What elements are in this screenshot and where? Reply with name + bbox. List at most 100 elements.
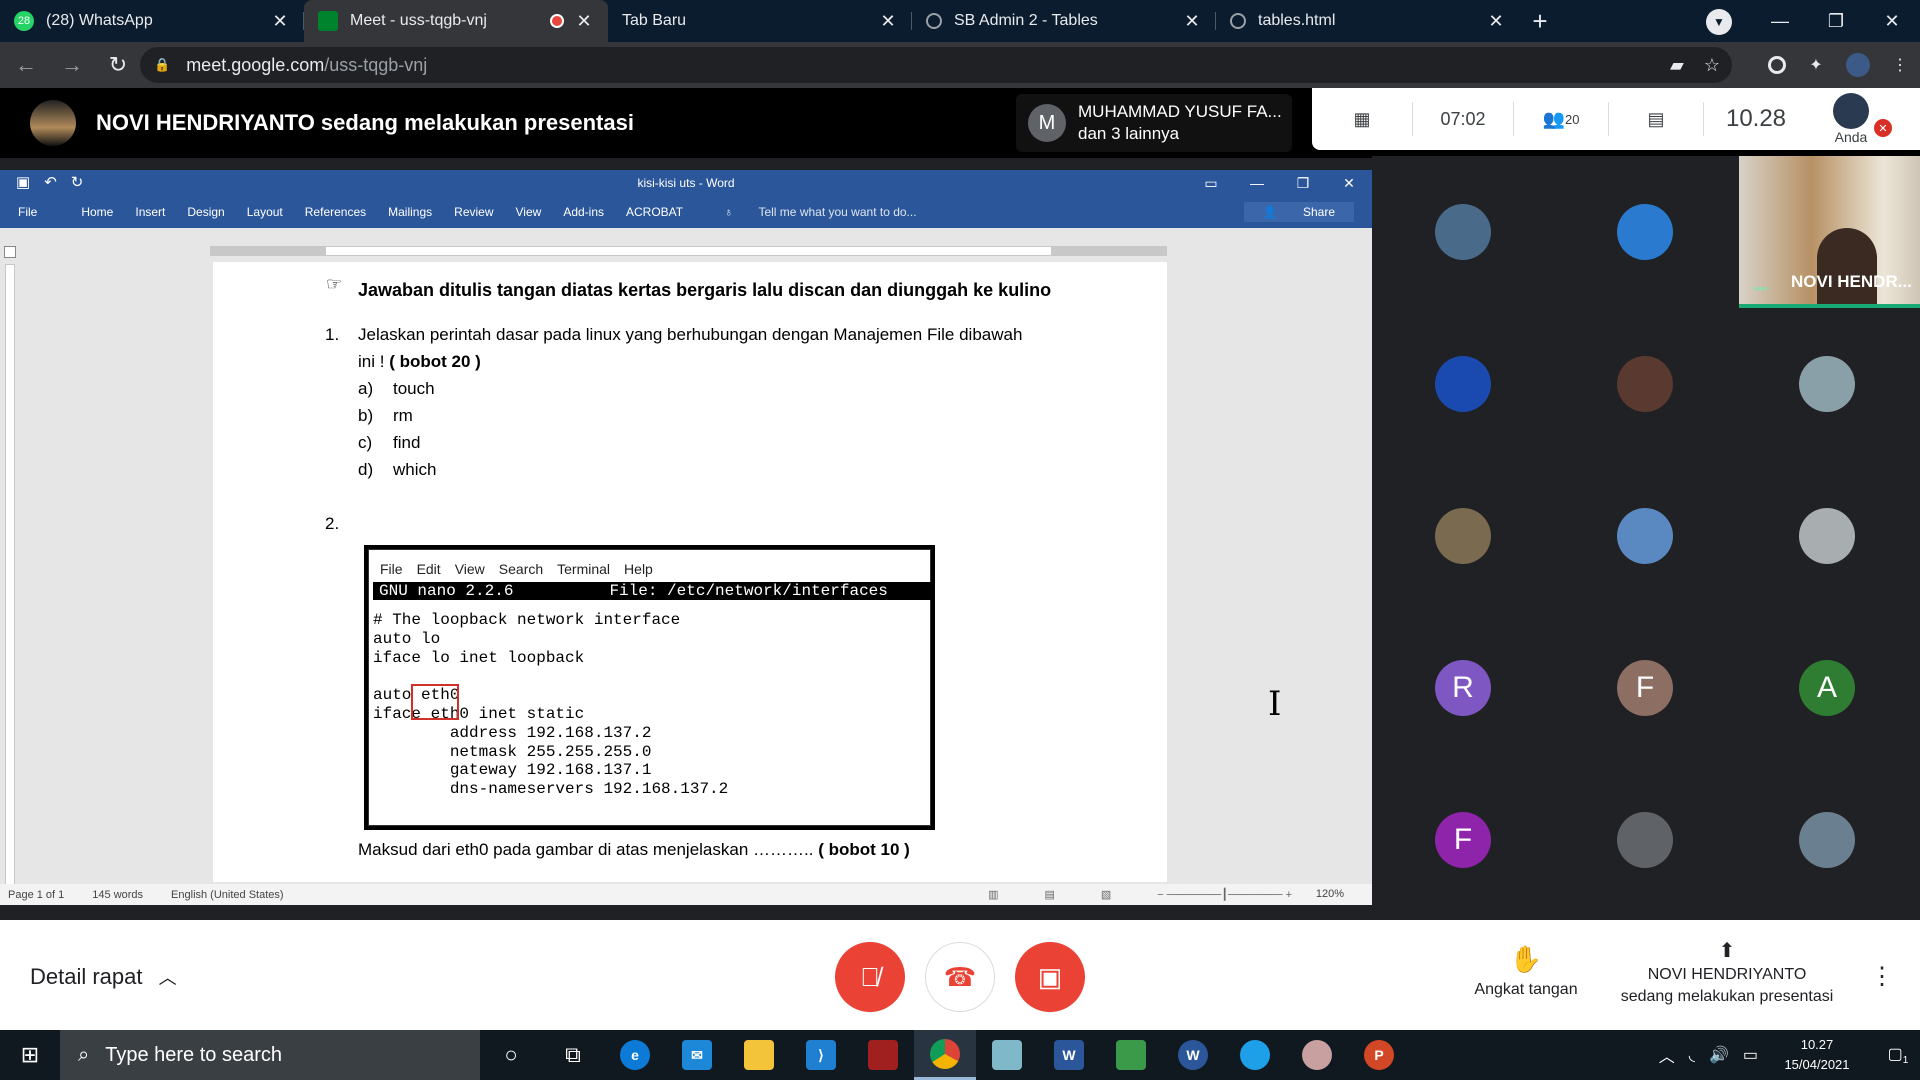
profile-avatar[interactable] (1846, 53, 1870, 77)
close-icon[interactable]: ✕ (270, 11, 290, 32)
camera-icon[interactable]: ▰ (1670, 55, 1684, 76)
chevron-up-icon[interactable]: ︿ (1659, 1043, 1675, 1067)
minimize-button[interactable]: — (1234, 170, 1280, 196)
tab-references[interactable]: References (294, 205, 377, 219)
url-field[interactable]: 🔒 meet.google.com/uss-tqgb-vnj ▰ ☆ (140, 47, 1732, 83)
close-icon[interactable]: ✕ (878, 11, 898, 32)
tab-mailings[interactable]: Mailings (377, 205, 443, 219)
zoom-slider[interactable]: − ───────┃─────── + (1157, 888, 1292, 901)
leave-call-button[interactable]: ☎ (925, 942, 995, 1012)
chrome-icon[interactable] (914, 1030, 976, 1080)
active-speaker[interactable]: M MUHAMMAD YUSUF FA... dan 3 lainnya (1016, 94, 1292, 152)
close-icon[interactable]: ✕ (1486, 11, 1506, 32)
participant-tile[interactable]: A (1736, 612, 1918, 764)
tell-me-input[interactable]: ♁ Tell me what you want to do... (702, 205, 938, 219)
tab-addins[interactable]: Add-ins (552, 205, 615, 219)
presenter-text: NOVI HENDRIYANTO sedang melakukan presen… (96, 110, 634, 135)
participant-tile[interactable] (1736, 764, 1918, 916)
tab-review[interactable]: Review (443, 205, 504, 219)
cortana-icon[interactable]: ○ (480, 1030, 542, 1080)
read-mode-icon[interactable]: ▥ (988, 888, 998, 901)
tab-tables[interactable]: tables.html ✕ (1216, 0, 1520, 42)
minimize-button[interactable]: — (1752, 0, 1808, 42)
print-layout-icon[interactable]: ▤ (1044, 888, 1054, 901)
mic-toggle-button[interactable]: 🎙̸ (835, 942, 905, 1012)
participant-tile[interactable] (1372, 460, 1554, 612)
tab-sb-admin[interactable]: SB Admin 2 - Tables ✕ (912, 0, 1216, 42)
close-icon[interactable]: ✕ (1182, 11, 1202, 32)
camera-toggle-button[interactable]: ▣ (1015, 942, 1085, 1012)
edge-icon[interactable]: e (604, 1030, 666, 1080)
tab-selector-icon[interactable] (4, 246, 16, 258)
tab-search-icon[interactable]: ▼ (1706, 9, 1732, 35)
reload-button[interactable]: ↻ (98, 45, 138, 85)
tab-new[interactable]: Tab Baru ✕ (608, 0, 912, 42)
grid-off-icon[interactable]: ▦ (1312, 109, 1412, 130)
meeting-details-button[interactable]: Detail rapat ︿ (30, 964, 177, 990)
tab-design[interactable]: Design (176, 205, 235, 219)
restore-button[interactable]: ❐ (1280, 170, 1326, 196)
chat-icon[interactable]: ▤ (1609, 109, 1703, 130)
close-button[interactable]: ✕ (1326, 170, 1372, 196)
chat-app-icon[interactable] (1224, 1030, 1286, 1080)
zoom-level[interactable]: 120% (1316, 888, 1344, 900)
tab-layout[interactable]: Layout (236, 205, 294, 219)
powerpoint-icon[interactable]: P (1348, 1030, 1410, 1080)
spreadsheet-icon[interactable] (1100, 1030, 1162, 1080)
close-icon[interactable]: ✕ (574, 11, 594, 32)
participant-tile[interactable] (1736, 460, 1918, 612)
maximize-button[interactable]: ❐ (1808, 0, 1864, 42)
paint-icon[interactable] (1286, 1030, 1348, 1080)
participant-tile[interactable] (1372, 308, 1554, 460)
new-tab-button[interactable]: + (1520, 0, 1560, 42)
participant-tile[interactable] (1554, 156, 1736, 308)
document-page[interactable]: ☞ Jawaban ditulis tangan diatas kertas b… (213, 262, 1167, 882)
participant-tile[interactable] (1554, 764, 1736, 916)
menu-icon[interactable]: ⋮ (1888, 53, 1912, 77)
start-button[interactable]: ⊞ (0, 1030, 60, 1080)
more-options-icon[interactable]: ⋮ (1870, 962, 1894, 991)
tab-insert[interactable]: Insert (124, 205, 176, 219)
forward-button[interactable]: → (52, 45, 92, 85)
word-icon[interactable]: W (1038, 1030, 1100, 1080)
web-layout-icon[interactable]: ▧ (1101, 888, 1111, 901)
game-icon[interactable] (852, 1030, 914, 1080)
participant-tile[interactable]: R (1372, 612, 1554, 764)
participant-tile[interactable]: F (1554, 612, 1736, 764)
notification-icon[interactable]: ▢1 (1876, 1044, 1920, 1066)
presentation-status-button[interactable]: ⬆ NOVI HENDRIYANTO sedang melakukan pres… (1614, 940, 1840, 1008)
presenter-video-tile[interactable]: ••• NOVI HENDR... (1739, 156, 1920, 308)
participant-tile[interactable] (1372, 156, 1554, 308)
star-icon[interactable]: ☆ (1704, 55, 1720, 76)
participant-tile[interactable] (1554, 460, 1736, 612)
tab-acrobat[interactable]: ACROBAT (615, 205, 694, 219)
vscode-icon[interactable]: ⟩ (790, 1030, 852, 1080)
winword-icon[interactable]: W (1162, 1030, 1224, 1080)
share-button[interactable]: 👤 Share (1243, 202, 1354, 222)
taskbar-clock[interactable]: 10.27 15/04/2021 (1772, 1035, 1862, 1075)
raise-hand-button[interactable]: ✋ Angkat tangan (1466, 944, 1586, 999)
tab-view[interactable]: View (505, 205, 553, 219)
tab-meet[interactable]: Meet - uss-tqgb-vnj ✕ (304, 0, 608, 42)
taskbar-search[interactable]: ⌕ Type here to search (60, 1030, 480, 1080)
tab-file[interactable]: File (0, 205, 48, 219)
mail-icon[interactable]: ✉ (666, 1030, 728, 1080)
tab-whatsapp[interactable]: 28 (28) WhatsApp ✕ (0, 0, 304, 42)
puzzle-icon[interactable]: ✦ (1804, 53, 1828, 77)
task-view-icon[interactable]: ⧉ (542, 1030, 604, 1080)
tab-home[interactable]: Home (70, 205, 124, 219)
wifi-icon[interactable]: ◟ (1689, 1045, 1695, 1065)
close-window-button[interactable]: ✕ (1864, 0, 1920, 42)
participants-button[interactable]: 👥 20 (1514, 109, 1608, 130)
self-avatar[interactable]: Anda ✕ (1808, 93, 1894, 145)
participant-tile[interactable]: F (1372, 764, 1554, 916)
extension-icon[interactable] (1768, 56, 1786, 74)
file-explorer-icon[interactable] (728, 1030, 790, 1080)
ribbon-options-icon[interactable]: ▭ (1188, 170, 1234, 196)
back-button[interactable]: ← (6, 45, 46, 85)
participant-tile[interactable] (1554, 308, 1736, 460)
app-icon[interactable] (976, 1030, 1038, 1080)
battery-icon[interactable]: ▭ (1743, 1045, 1758, 1065)
volume-icon[interactable]: 🔊 (1709, 1045, 1729, 1065)
participant-tile[interactable] (1736, 308, 1918, 460)
